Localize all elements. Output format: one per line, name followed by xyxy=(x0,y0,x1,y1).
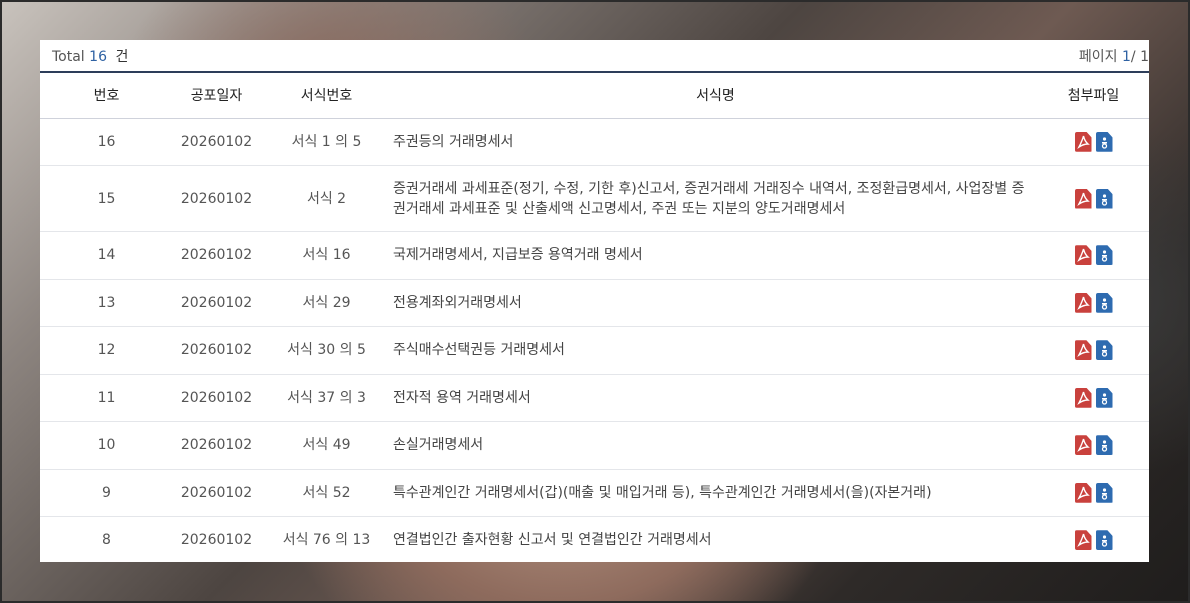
row-form-number: 서식 52 xyxy=(260,469,393,517)
forms-list-panel: Total 16 건 페이지 1/ 1 번호 공포일자 서식번호 서식명 첨부파… xyxy=(40,40,1149,562)
row-form-number: 서식 29 xyxy=(260,279,393,327)
attachment-icons xyxy=(1074,387,1113,408)
pdf-file-icon[interactable] xyxy=(1074,435,1092,456)
row-date: 20260102 xyxy=(173,165,260,232)
attachment-icons xyxy=(1074,340,1113,361)
row-form-name[interactable]: 전용계좌외거래명세서 xyxy=(393,279,1038,327)
row-form-number: 서식 1 의 5 xyxy=(260,118,393,166)
attachment-icons xyxy=(1074,435,1113,456)
page-current: 1 xyxy=(1121,48,1131,65)
table-row: 10 20260102 서식 49 손실거래명세서 xyxy=(40,421,1149,470)
row-form-name[interactable]: 연결법인간 출자현황 신고서 및 연결법인간 거래명세서 xyxy=(393,516,1038,562)
page-separator: / xyxy=(1130,48,1136,65)
hwp-file-icon[interactable] xyxy=(1095,435,1113,456)
row-attachments xyxy=(1038,516,1149,562)
row-date: 20260102 xyxy=(173,326,260,375)
row-attachments xyxy=(1038,165,1149,232)
row-form-name[interactable]: 국제거래명세서, 지급보증 용역거래 명세서 xyxy=(393,231,1038,280)
row-number: 11 xyxy=(40,374,173,422)
pdf-file-icon[interactable] xyxy=(1074,530,1092,551)
row-form-number: 서식 30 의 5 xyxy=(260,326,393,375)
row-number: 16 xyxy=(40,118,173,166)
page-indicator: 페이지 1/ 1 xyxy=(1079,46,1149,66)
pdf-file-icon[interactable] xyxy=(1074,131,1092,152)
page-label: 페이지 xyxy=(1078,48,1118,65)
row-date: 20260102 xyxy=(173,231,260,280)
row-date: 20260102 xyxy=(173,516,260,562)
total-label: Total xyxy=(52,48,85,65)
attachment-icons xyxy=(1074,245,1113,266)
hwp-file-icon[interactable] xyxy=(1095,131,1113,152)
table-row: 12 20260102 서식 30 의 5 주식매수선택권등 거래명세서 xyxy=(40,326,1149,375)
row-attachments xyxy=(1038,118,1149,166)
row-number: 13 xyxy=(40,279,173,327)
page-total: 1 xyxy=(1140,48,1149,65)
row-attachments xyxy=(1038,374,1149,422)
table-row: 9 20260102 서식 52 특수관계인간 거래명세서(갑)(매출 및 매입거래 … xyxy=(40,469,1149,517)
hwp-file-icon[interactable] xyxy=(1095,188,1113,209)
attachment-icons xyxy=(1074,131,1113,152)
row-form-number: 서식 2 xyxy=(260,165,393,232)
pdf-file-icon[interactable] xyxy=(1074,482,1092,503)
table-row: 16 20260102 서식 1 의 5 주권등의 거래명세서 xyxy=(40,118,1149,166)
hwp-file-icon[interactable] xyxy=(1095,530,1113,551)
row-form-name[interactable]: 특수관계인간 거래명세서(갑)(매출 및 매입거래 등), 특수관계인간 거래명… xyxy=(393,469,1038,517)
list-summary-bar: Total 16 건 페이지 1/ 1 xyxy=(40,40,1149,73)
row-date: 20260102 xyxy=(173,421,260,470)
row-form-name[interactable]: 손실거래명세서 xyxy=(393,421,1038,470)
row-number: 10 xyxy=(40,421,173,470)
hwp-file-icon[interactable] xyxy=(1095,482,1113,503)
row-attachments xyxy=(1038,469,1149,517)
row-form-name[interactable]: 증권거래세 과세표준(정기, 수정, 기한 후)신고서, 증권거래세 거래징수 … xyxy=(393,165,1038,232)
pdf-file-icon[interactable] xyxy=(1074,245,1092,266)
pdf-file-icon[interactable] xyxy=(1074,188,1092,209)
row-number: 14 xyxy=(40,231,173,280)
row-form-number: 서식 49 xyxy=(260,421,393,470)
row-form-number: 서식 16 xyxy=(260,231,393,280)
row-number: 9 xyxy=(40,469,173,517)
total-number: 16 xyxy=(89,48,107,65)
pdf-file-icon[interactable] xyxy=(1074,292,1092,313)
table-row: 11 20260102 서식 37 의 3 전자적 용역 거래명세서 xyxy=(40,374,1149,422)
total-unit: 건 xyxy=(115,48,129,65)
row-form-name[interactable]: 주권등의 거래명세서 xyxy=(393,118,1038,166)
row-form-name[interactable]: 주식매수선택권등 거래명세서 xyxy=(393,326,1038,375)
row-form-number: 서식 37 의 3 xyxy=(260,374,393,422)
pdf-file-icon[interactable] xyxy=(1074,340,1092,361)
row-date: 20260102 xyxy=(173,118,260,166)
row-date: 20260102 xyxy=(173,469,260,517)
table-row: 15 20260102 서식 2 증권거래세 과세표준(정기, 수정, 기한 후)신고… xyxy=(40,165,1149,232)
column-header-form-name: 서식명 xyxy=(393,73,1038,119)
hwp-file-icon[interactable] xyxy=(1095,292,1113,313)
attachment-icons xyxy=(1074,530,1113,551)
column-header-no: 번호 xyxy=(40,73,173,119)
row-form-name[interactable]: 전자적 용역 거래명세서 xyxy=(393,374,1038,422)
row-attachments xyxy=(1038,421,1149,470)
row-date: 20260102 xyxy=(173,279,260,327)
column-header-date: 공포일자 xyxy=(173,73,260,119)
attachment-icons xyxy=(1074,292,1113,313)
attachment-icons xyxy=(1074,482,1113,503)
hwp-file-icon[interactable] xyxy=(1095,340,1113,361)
row-number: 15 xyxy=(40,165,173,232)
total-count: Total 16 건 xyxy=(52,46,128,66)
hwp-file-icon[interactable] xyxy=(1095,387,1113,408)
row-number: 8 xyxy=(40,516,173,562)
hwp-file-icon[interactable] xyxy=(1095,245,1113,266)
row-attachments xyxy=(1038,326,1149,375)
row-form-number: 서식 76 의 13 xyxy=(260,516,393,562)
column-header-attachments: 첨부파일 xyxy=(1038,73,1149,119)
row-date: 20260102 xyxy=(173,374,260,422)
table-row: 8 20260102 서식 76 의 13 연결법인간 출자현황 신고서 및 연결법인… xyxy=(40,516,1149,562)
forms-table: 번호 공포일자 서식번호 서식명 첨부파일 16 20260102 서식 1 의 5… xyxy=(40,73,1149,562)
pdf-file-icon[interactable] xyxy=(1074,387,1092,408)
attachment-icons xyxy=(1074,188,1113,209)
row-attachments xyxy=(1038,231,1149,280)
table-row: 13 20260102 서식 29 전용계좌외거래명세서 xyxy=(40,279,1149,327)
table-row: 14 20260102 서식 16 국제거래명세서, 지급보증 용역거래 명세서 xyxy=(40,231,1149,280)
row-number: 12 xyxy=(40,326,173,375)
column-header-form-no: 서식번호 xyxy=(260,73,393,119)
table-header-row: 번호 공포일자 서식번호 서식명 첨부파일 xyxy=(40,73,1149,119)
row-attachments xyxy=(1038,279,1149,327)
